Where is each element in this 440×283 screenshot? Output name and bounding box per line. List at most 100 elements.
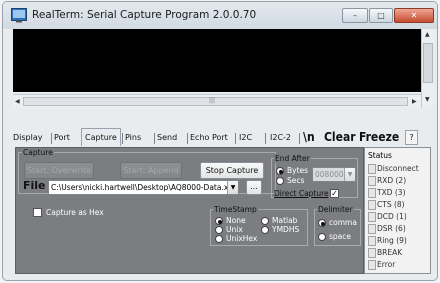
status-ring: Ring (9) (368, 235, 422, 247)
close-button[interactable]: ✕ (394, 8, 434, 23)
timestamp-label: TimeStamp (213, 205, 258, 214)
end-after-bytes-label: Bytes (287, 166, 309, 175)
title-bar[interactable]: RealTerm: Serial Capture Program 2.0.0.7… (3, 2, 437, 29)
scroll-down-icon[interactable]: ▼ (425, 96, 430, 103)
status-disconnect-label: Disconnect (377, 164, 419, 173)
status-dsr-label: DSR (6) (377, 224, 406, 233)
end-after-bytes-radio[interactable] (276, 167, 284, 175)
vertical-scrollbar[interactable]: ▲ ▼ (421, 29, 433, 108)
delimiter-space-label: space (329, 232, 352, 241)
status-rxd: RXD (2) (368, 175, 422, 187)
delimiter-comma-label: comma (329, 218, 357, 227)
capture-as-hex-checkbox[interactable] (33, 208, 42, 217)
timestamp-unixhex-radio[interactable] (215, 235, 223, 243)
file-path-value: C:\Users\nicki.hartwell\Desktop\AQ8000-D… (51, 183, 231, 192)
direct-capture-label: Direct Capture (274, 189, 329, 198)
tab-divider (122, 133, 123, 144)
status-txd-label: TXD (3) (377, 188, 406, 197)
file-label: File (23, 179, 46, 192)
status-ring-label: Ring (9) (377, 236, 407, 245)
tab-divider (265, 133, 266, 144)
scroll-up-icon[interactable]: ▲ (425, 31, 430, 38)
delimiter-space-radio[interactable] (318, 233, 326, 241)
capture-panel: Capture Start: Overwrite Start: Append S… (15, 147, 364, 274)
status-break: BREAK (368, 247, 422, 259)
terminal-display[interactable] (13, 29, 421, 92)
status-indicator (368, 236, 376, 246)
timestamp-ymdhs-radio[interactable] (261, 226, 269, 234)
scroll-grip-icon: ||| (209, 97, 216, 104)
app-window: RealTerm: Serial Capture Program 2.0.0.7… (2, 1, 438, 281)
scroll-right-icon[interactable]: ▶ (412, 98, 417, 105)
newline-button[interactable]: \n (303, 130, 315, 146)
maximize-button[interactable]: □ (369, 8, 393, 23)
delimiter-label: Delimiter (317, 205, 354, 214)
status-disconnect: Disconnect (368, 163, 422, 175)
end-after-label: End After (274, 154, 311, 163)
direct-capture-checkbox[interactable]: ✓ (330, 189, 339, 198)
status-indicator (368, 212, 376, 222)
horizontal-scrollbar[interactable]: ◀ ||| ▶ (13, 94, 421, 108)
tab-display[interactable]: Display (13, 130, 43, 146)
clear-button[interactable]: Clear (324, 130, 356, 146)
freeze-button[interactable]: Freeze (359, 130, 399, 146)
timestamp-unixhex-label: UnixHex (226, 234, 258, 243)
tab-divider (187, 133, 188, 144)
tab-send[interactable]: Send (157, 130, 177, 146)
tab-capture[interactable]: Capture (81, 128, 121, 146)
maximize-icon: □ (377, 11, 385, 20)
status-indicator (368, 188, 376, 198)
status-txd: TXD (3) (368, 187, 422, 199)
end-after-secs-radio[interactable] (276, 177, 284, 185)
browse-button[interactable]: ... (246, 180, 262, 195)
capture-group-label: Capture (22, 148, 54, 157)
close-icon: ✕ (410, 11, 418, 20)
status-dcd-label: DCD (1) (377, 212, 407, 221)
delimiter-comma-radio[interactable] (318, 219, 326, 227)
tab-divider (235, 133, 236, 144)
app-icon (11, 8, 27, 23)
timestamp-matlab-radio[interactable] (261, 217, 269, 225)
tab-i2c[interactable]: I2C (239, 130, 252, 146)
help-button[interactable]: ? (405, 130, 418, 145)
status-panel: Status Disconnect RXD (2) TXD (3) CTS (8… (364, 147, 431, 274)
file-path-combo[interactable]: C:\Users\nicki.hartwell\Desktop\AQ8000-D… (48, 180, 239, 195)
timestamp-matlab-label: Matlab (272, 216, 298, 225)
vertical-scroll-thumb[interactable] (423, 43, 433, 83)
minimize-icon: – (353, 11, 357, 20)
timestamp-none-radio[interactable] (215, 217, 223, 225)
tab-divider (51, 133, 52, 144)
horizontal-scroll-thumb[interactable] (23, 97, 408, 106)
status-error: Error (368, 259, 422, 271)
chevron-down-icon[interactable]: ▼ (227, 181, 238, 194)
end-after-secs-label: Secs (287, 176, 305, 185)
tab-bar: Display Port Capture Pins Send Echo Port… (13, 128, 429, 146)
start-overwrite-button[interactable]: Start: Overwrite (24, 162, 94, 179)
tab-i2c-2[interactable]: I2C-2 (270, 130, 291, 146)
status-cts-label: CTS (8) (377, 200, 405, 209)
status-indicator (368, 200, 376, 210)
stop-capture-button[interactable]: Stop Capture (200, 162, 264, 179)
window-title: RealTerm: Serial Capture Program 2.0.0.7… (32, 9, 257, 21)
tab-divider (299, 133, 300, 144)
status-indicator (368, 224, 376, 234)
status-dsr: DSR (6) (368, 223, 422, 235)
timestamp-unix-radio[interactable] (215, 226, 223, 234)
scroll-left-icon[interactable]: ◀ (15, 98, 20, 105)
status-dcd: DCD (1) (368, 211, 422, 223)
timestamp-ymdhs-label: YMDHS (272, 225, 300, 234)
start-append-button[interactable]: Start: Append (120, 162, 182, 179)
end-after-value-combo[interactable]: 0080000 ▼ (312, 167, 356, 182)
status-indicator (368, 164, 376, 174)
status-indicator (368, 176, 376, 186)
chevron-down-icon[interactable]: ▼ (344, 168, 355, 181)
status-break-label: BREAK (377, 248, 403, 257)
status-cts: CTS (8) (368, 199, 422, 211)
tab-divider (154, 133, 155, 144)
tab-pins[interactable]: Pins (125, 130, 141, 146)
timestamp-none-label: None (226, 216, 246, 225)
minimize-button[interactable]: – (342, 8, 368, 23)
tab-echo-port[interactable]: Echo Port (190, 130, 228, 146)
tab-port[interactable]: Port (54, 130, 70, 146)
status-indicator (368, 248, 376, 258)
